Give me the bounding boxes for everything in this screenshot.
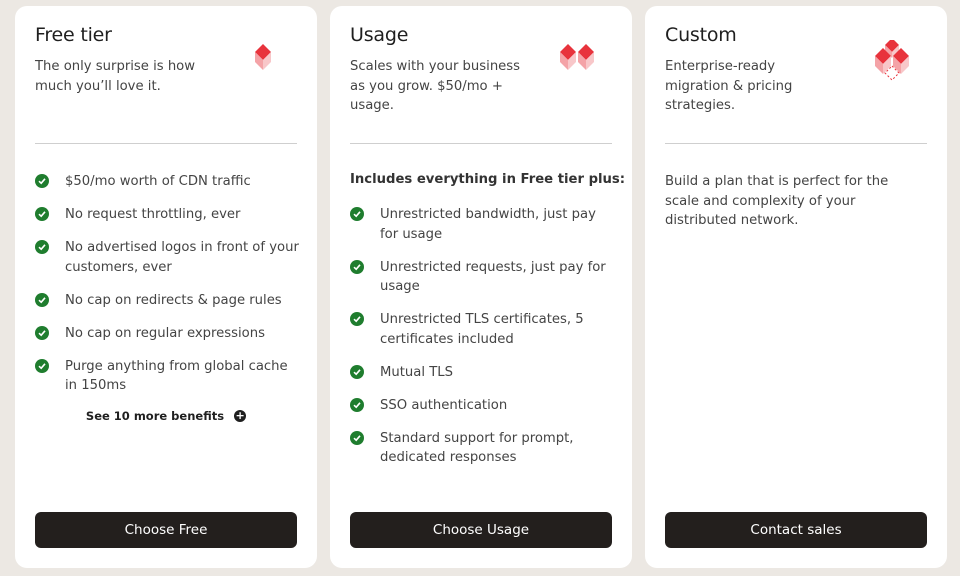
benefit-item: $50/mo worth of CDN traffic [35, 172, 303, 192]
choose-free-button[interactable]: Choose Free [35, 512, 297, 548]
benefit-item: No request throttling, ever [35, 205, 303, 225]
plan-description: Build a plan that is perfect for the sca… [665, 174, 889, 228]
check-circle-icon [350, 312, 364, 326]
benefit-item: SSO authentication [350, 396, 618, 416]
includes-heading: Includes everything in Free tier plus: [350, 172, 626, 187]
plan-subtitle: Scales with your business as you grow. $… [350, 59, 521, 113]
plan-card-custom: Custom Enterprise-ready migration & pric… [645, 6, 947, 568]
check-circle-icon [35, 207, 49, 221]
check-circle-icon [350, 364, 364, 379]
see-more-label: See 10 more benefits [85, 409, 225, 423]
check-circle-icon [35, 358, 49, 373]
plan-card-free: Free tier The only surprise is how much … [15, 6, 317, 568]
benefit-list: Unrestricted bandwidth, just pay for usa… [350, 205, 618, 481]
benefit-item: No advertised logos in front of your cus… [35, 238, 303, 277]
benefit-item: Purge anything from global cache in 150m… [35, 357, 303, 396]
plan-subtitle: Enterprise-ready migration & pricing str… [665, 59, 793, 113]
benefit-list: $50/mo worth of CDN traffic No request t… [35, 172, 303, 409]
divider [350, 143, 612, 144]
divider [665, 143, 927, 144]
plan-card-usage: Usage Scales with your business as you g… [330, 6, 632, 568]
check-circle-icon [35, 292, 49, 307]
plan-subtitle: The only surprise is how much you’ll lov… [35, 59, 196, 94]
plan-title: Usage [350, 24, 409, 46]
check-circle-icon [35, 240, 49, 254]
check-circle-icon [350, 397, 364, 412]
contact-sales-button[interactable]: Contact sales [665, 512, 927, 548]
plus-circle-icon: + [234, 409, 247, 422]
check-circle-icon [35, 174, 49, 188]
benefit-item: No cap on redirects & page rules [35, 291, 303, 311]
double-cube-logo-icon [560, 44, 594, 70]
benefit-item: Standard support for prompt, dedicated r… [350, 429, 618, 468]
see-more-benefits-link[interactable]: See 10 more benefits + [15, 409, 317, 423]
choose-usage-button[interactable]: Choose Usage [350, 512, 612, 548]
benefit-item: Unrestricted bandwidth, just pay for usa… [350, 205, 618, 244]
check-circle-icon [350, 430, 364, 445]
divider [35, 143, 297, 144]
benefit-item: No cap on regular expressions [35, 324, 303, 344]
cube-stack-logo-icon [875, 40, 909, 81]
benefit-item: Unrestricted requests, just pay for usag… [350, 258, 618, 297]
check-circle-icon [350, 207, 364, 221]
single-cube-logo-icon [255, 44, 271, 70]
benefit-item: Mutual TLS [350, 363, 618, 383]
check-circle-icon [35, 325, 49, 340]
benefit-item: Unrestricted TLS certificates, 5 certifi… [350, 310, 618, 349]
plan-title: Custom [665, 24, 737, 46]
check-circle-icon [350, 259, 364, 274]
plan-title: Free tier [35, 24, 112, 46]
